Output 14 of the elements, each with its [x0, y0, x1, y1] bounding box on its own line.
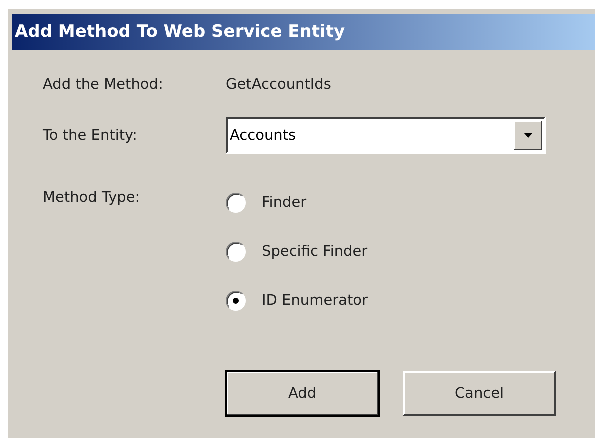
dialog-button[interactable]: Add: [226, 371, 379, 416]
window-title: Add Method To Web Service Entity: [15, 22, 346, 42]
method-name: GetAccountIds: [226, 77, 332, 93]
field-label: To the Entity:: [43, 128, 138, 144]
radio-label[interactable]: ID Enumerator: [262, 293, 368, 309]
radio-button[interactable]: [226, 193, 246, 213]
radio-label[interactable]: Finder: [262, 195, 307, 211]
radio-button[interactable]: [226, 291, 246, 311]
field-label: Method Type:: [43, 190, 142, 208]
field-label: Add the Method:: [43, 77, 164, 93]
entity-dropdown[interactable]: Accounts: [226, 117, 546, 154]
dialog-button[interactable]: Cancel: [403, 371, 556, 416]
radio-label[interactable]: Specific Finder: [262, 244, 368, 260]
radio-button[interactable]: [226, 242, 246, 262]
